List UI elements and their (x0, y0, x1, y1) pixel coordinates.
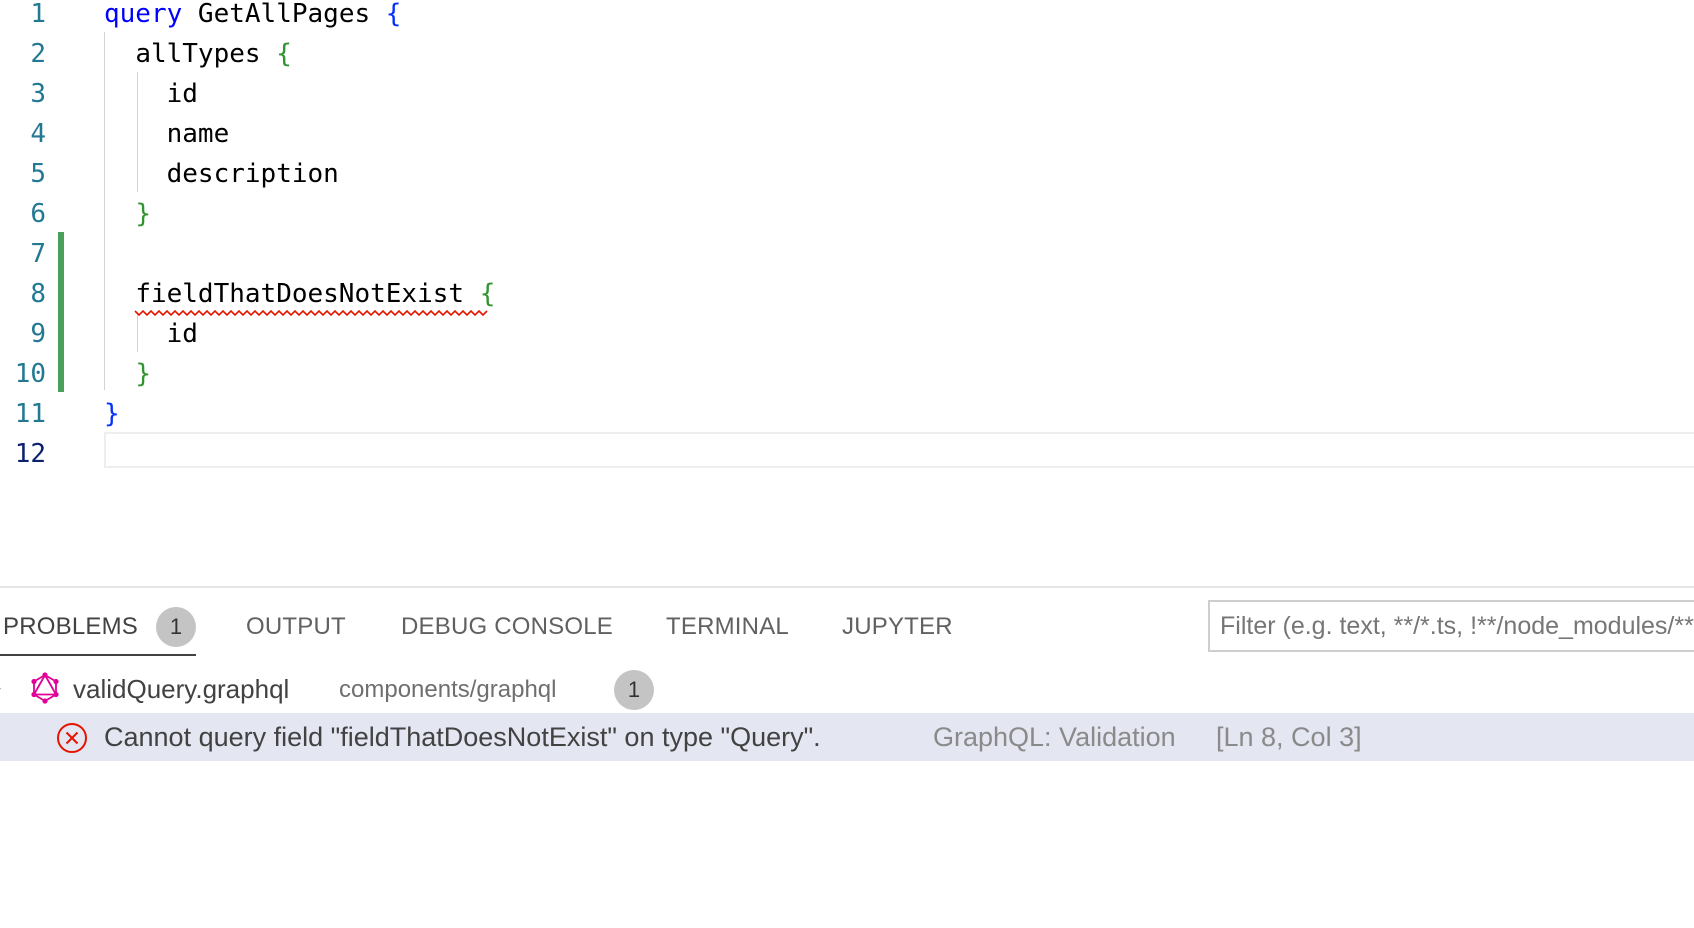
open-brace-token: { (464, 279, 496, 309)
line-content[interactable]: } (104, 360, 151, 388)
chevron-down-icon[interactable] (0, 674, 8, 702)
tab-label: TERMINAL (666, 613, 789, 640)
tab-label: PROBLEMS (3, 613, 138, 640)
code-line[interactable]: 9 id (0, 320, 1694, 360)
tab-label: JUPYTER (842, 613, 953, 640)
error-field-token[interactable]: fieldThatDoesNotExist (134, 280, 488, 317)
line-number[interactable]: 11 (0, 400, 46, 428)
tab-problems[interactable]: PROBLEMS (3, 598, 138, 656)
line-number-active[interactable]: 12 (0, 440, 46, 468)
tab-label: OUTPUT (246, 613, 346, 640)
field-token: id (166, 79, 198, 109)
code-line[interactable]: 6 } (0, 200, 1694, 240)
line-number[interactable]: 4 (0, 120, 46, 148)
problems-count-badge: 1 (156, 607, 196, 647)
code-line[interactable]: 5 description (0, 160, 1694, 200)
code-line[interactable]: 7 (0, 240, 1694, 280)
code-line[interactable]: 3 id (0, 80, 1694, 120)
error-squiggle (134, 309, 488, 317)
keyword-token: query (104, 0, 183, 29)
problem-file-name: validQuery.graphql (73, 674, 290, 704)
code-line[interactable]: 4 name (0, 120, 1694, 160)
line-number[interactable]: 9 (0, 320, 46, 348)
open-brace-token: { (276, 39, 292, 69)
problems-filter-input[interactable] (1208, 600, 1694, 652)
line-number[interactable]: 10 (0, 360, 46, 388)
line-content[interactable]: fieldThatDoesNotExist { (104, 279, 496, 317)
code-line[interactable]: 8 fieldThatDoesNotExist { (0, 280, 1694, 320)
field-token: name (166, 119, 230, 149)
close-brace-token: } (104, 399, 120, 429)
code-line[interactable]: 10 } (0, 360, 1694, 400)
line-number[interactable]: 8 (0, 280, 46, 308)
tab-label: DEBUG CONSOLE (401, 613, 613, 640)
operation-name-token: GetAllPages (182, 0, 386, 29)
field-token: id (166, 319, 198, 349)
code-line[interactable]: 1 query GetAllPages { (0, 0, 1694, 40)
line-content[interactable]: } (104, 200, 151, 228)
code-line[interactable]: 12 (0, 440, 1694, 480)
line-number[interactable]: 5 (0, 160, 46, 188)
tab-debug-console[interactable]: DEBUG CONSOLE (401, 598, 613, 656)
close-brace-token: } (135, 359, 151, 389)
line-content[interactable]: id (104, 320, 198, 348)
line-content[interactable]: } (104, 400, 120, 428)
line-number[interactable]: 1 (0, 0, 46, 28)
field-token: description (166, 159, 339, 189)
code-line[interactable]: 11 } (0, 400, 1694, 440)
line-number[interactable]: 3 (0, 80, 46, 108)
line-number[interactable]: 6 (0, 200, 46, 228)
line-number[interactable]: 7 (0, 240, 46, 268)
problem-location: [Ln 8, Col 3] (1216, 722, 1362, 752)
problem-source: GraphQL: Validation (933, 722, 1176, 752)
line-content[interactable]: name (104, 119, 230, 149)
field-token: allTypes (135, 39, 277, 69)
tab-jupyter[interactable]: JUPYTER (842, 598, 953, 656)
open-brace-token: { (385, 0, 402, 29)
line-content[interactable]: id (104, 80, 198, 108)
close-brace-token: } (135, 199, 151, 229)
line-content[interactable]: description (104, 160, 339, 188)
error-icon (57, 723, 87, 753)
line-number[interactable]: 2 (0, 40, 46, 68)
line-content[interactable]: query GetAllPages { (104, 0, 401, 28)
code-line[interactable]: 2 allTypes { (0, 40, 1694, 80)
panel-top-border[interactable] (0, 586, 1694, 588)
graphql-icon (31, 672, 59, 704)
code-editor[interactable]: 1 query GetAllPages { 2 allTypes { 3 id … (0, 0, 1694, 580)
problem-message[interactable]: Cannot query field "fieldThatDoesNotExis… (104, 720, 821, 754)
active-tab-indicator (0, 654, 196, 656)
line-content[interactable]: allTypes { (104, 40, 292, 68)
tab-terminal[interactable]: TERMINAL (666, 598, 789, 656)
file-problem-count-badge: 1 (614, 670, 654, 710)
tab-output[interactable]: OUTPUT (246, 598, 346, 656)
problem-file-path: components/graphql (339, 676, 557, 703)
